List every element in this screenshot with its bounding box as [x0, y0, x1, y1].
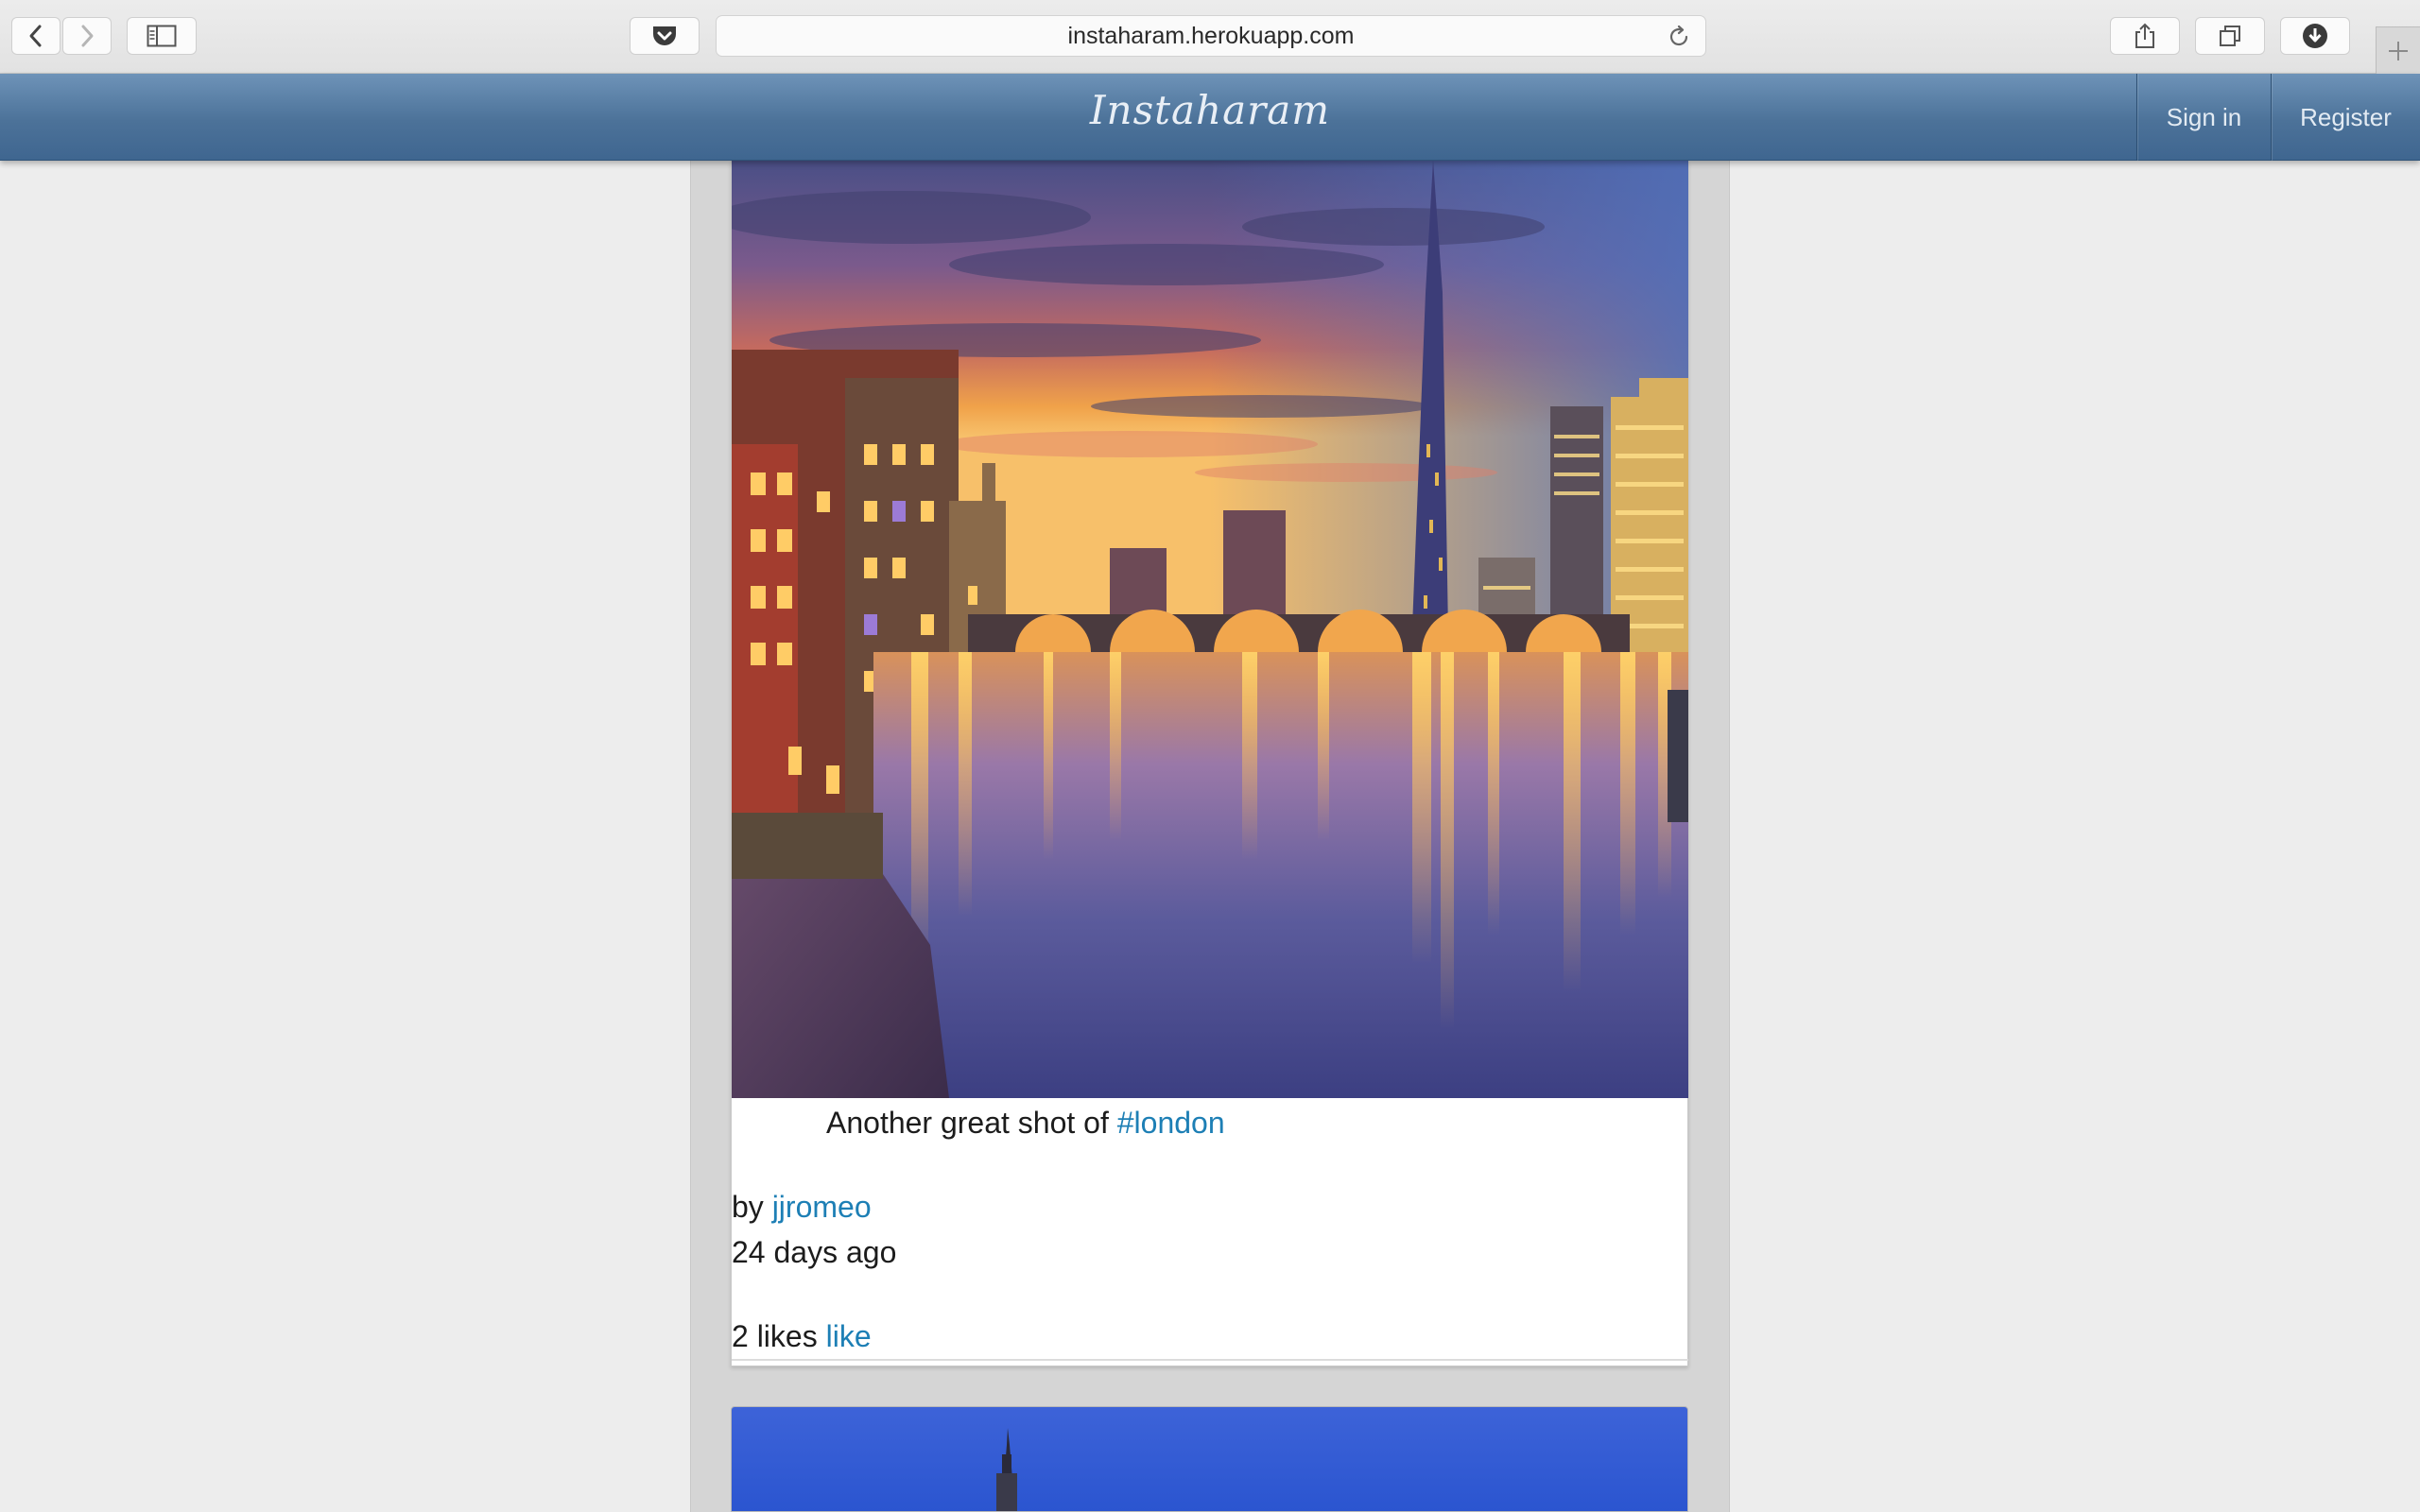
reload-icon[interactable] [1666, 24, 1692, 50]
like-link[interactable]: like [826, 1319, 872, 1353]
register-link[interactable]: Register [2271, 74, 2420, 161]
site-navbar: Instaharam Sign in Register [0, 74, 2420, 161]
forward-arrow-icon [81, 25, 94, 47]
post-photo-london-thames-sunset[interactable] [732, 161, 1688, 1098]
sign-in-link[interactable]: Sign in [2136, 74, 2271, 161]
likes-count: 2 likes [732, 1319, 818, 1353]
downloads-button[interactable] [2280, 17, 2350, 55]
brand-logo-link[interactable]: Instaharam [1090, 87, 1330, 133]
post-timestamp: 24 days ago [732, 1235, 897, 1269]
post-card: Another great shot of #london by jjromeo… [731, 161, 1688, 1366]
post-byline: by jjromeo [732, 1190, 872, 1225]
plus-icon [2389, 41, 2408, 60]
next-post-photo[interactable] [731, 1406, 1688, 1512]
url-text: instaharam.herokuapp.com [1067, 22, 1355, 49]
tabs-overview-icon [2220, 26, 2240, 46]
browser-toolbar: instaharam.herokuapp.com [0, 0, 2420, 74]
tabs-overview-button[interactable] [2195, 17, 2265, 55]
sidebar-button[interactable] [127, 17, 197, 55]
caption-text: Another great shot of [826, 1106, 1109, 1140]
download-icon [2303, 24, 2327, 48]
share-icon [2135, 23, 2154, 48]
hashtag-link[interactable]: #london [1117, 1106, 1225, 1140]
back-arrow-icon [29, 25, 42, 47]
author-link[interactable]: jjromeo [772, 1190, 872, 1224]
back-button[interactable] [11, 17, 60, 55]
forward-button[interactable] [62, 17, 112, 55]
card-divider [732, 1359, 1688, 1361]
address-bar[interactable]: instaharam.herokuapp.com [716, 15, 1706, 57]
share-button[interactable] [2110, 17, 2180, 55]
by-label: by [732, 1190, 764, 1224]
new-tab-button[interactable] [2376, 26, 2420, 74]
post-caption: Another great shot of #london [826, 1106, 1225, 1141]
pocket-button[interactable] [630, 17, 700, 55]
pocket-icon [653, 26, 676, 45]
sidebar-icon [147, 25, 177, 47]
post-likes: 2 likes like [732, 1319, 872, 1354]
